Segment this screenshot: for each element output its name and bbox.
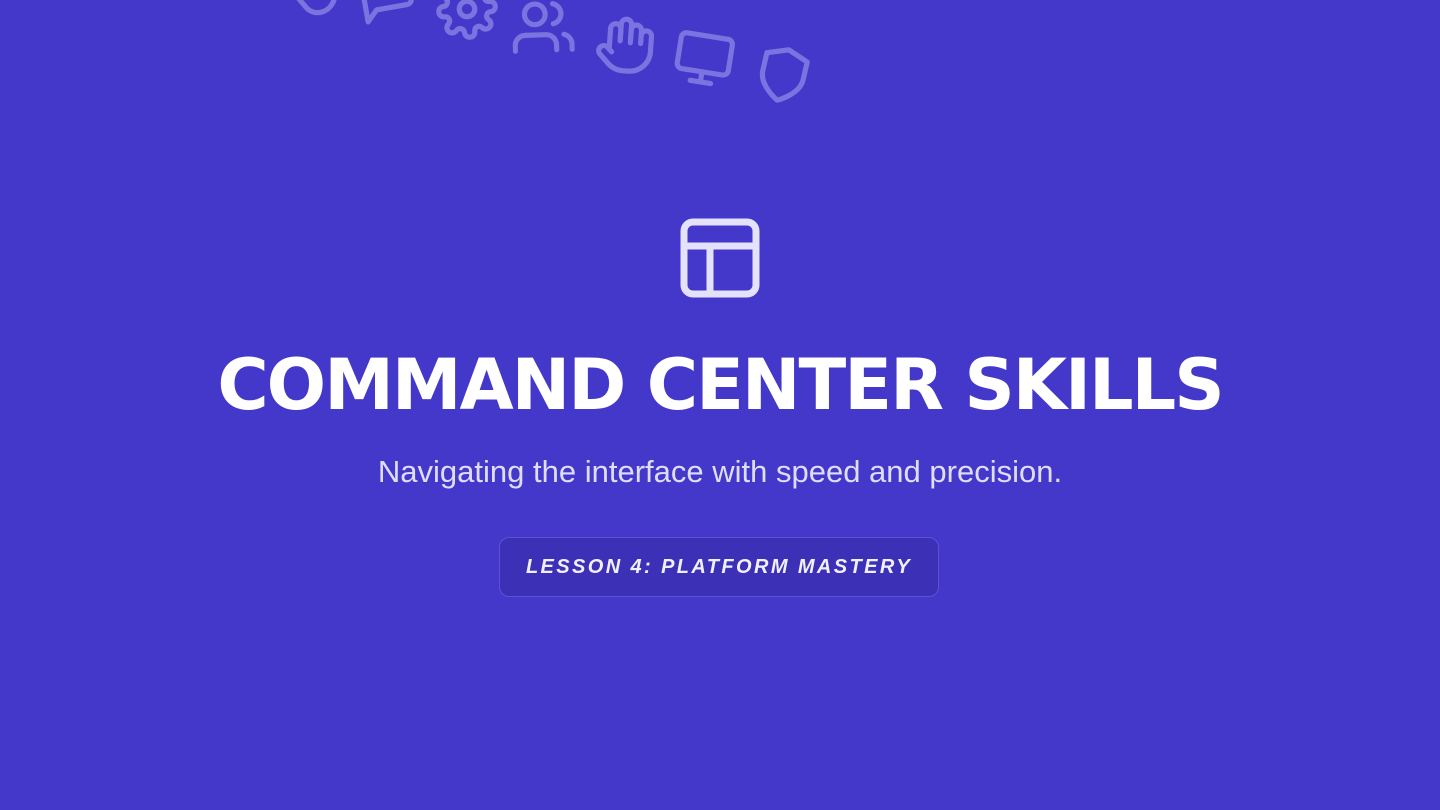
lesson-badge-label: LESSON 4: PLATFORM MASTERY: [525, 555, 913, 578]
slide-subtitle: Navigating the interface with speed and …: [377, 454, 1063, 489]
monitor-icon: [669, 24, 740, 95]
hand-icon: [592, 12, 658, 78]
layout-icon: [680, 218, 760, 298]
chat-icon: [351, 0, 423, 31]
decorative-icon-arc: [0, 0, 1440, 140]
slide-title: COMMAND CENTER SKILLS: [217, 344, 1224, 426]
hand-pointer-icon: [283, 0, 358, 29]
lesson-badge: LESSON 4: PLATFORM MASTERY: [499, 537, 939, 597]
title-slide: COMMAND CENTER SKILLS Navigating the int…: [0, 0, 1440, 810]
gear-icon: [433, 0, 501, 43]
shield-icon: [746, 38, 820, 112]
users-icon: [511, 0, 575, 59]
